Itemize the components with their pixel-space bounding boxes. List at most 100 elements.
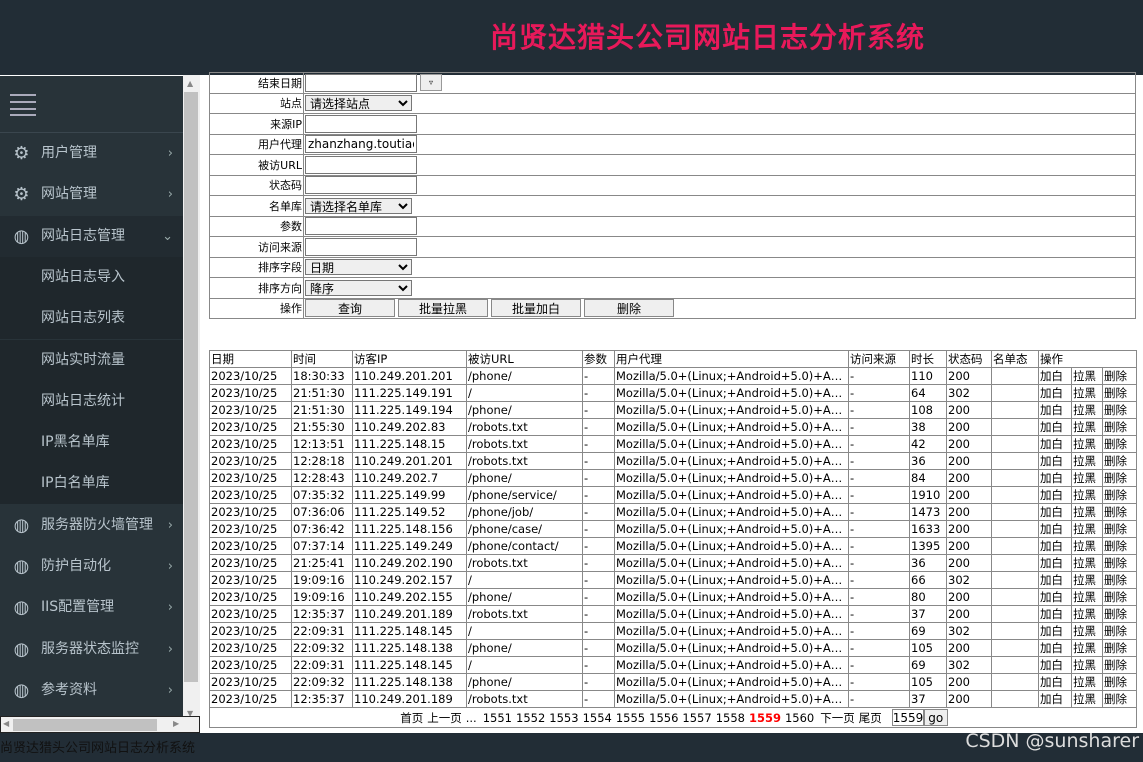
sort-direction-select[interactable]: 降序 <box>305 279 412 296</box>
whitelist-link[interactable]: 加白 <box>1038 554 1072 572</box>
sidebar-item[interactable]: ◍ 网站日志管理 ⌄ <box>0 215 183 257</box>
end-date-input[interactable] <box>305 73 417 92</box>
sidebar-item[interactable]: 网站日志列表 <box>0 298 183 340</box>
page-link[interactable]: 1559 <box>749 711 781 725</box>
whitelist-link[interactable]: 加白 <box>1038 469 1072 487</box>
sidebar-item[interactable]: IP黑名单库 <box>0 422 183 464</box>
page-number-input[interactable] <box>891 709 924 726</box>
whitelist-link[interactable]: 加白 <box>1038 537 1072 555</box>
blacklist-link[interactable]: 拉黑 <box>1071 571 1103 589</box>
whitelist-link[interactable]: 加白 <box>1038 605 1072 623</box>
delete-link[interactable]: 删除 <box>1101 656 1138 674</box>
blacklist-link[interactable]: 拉黑 <box>1071 554 1103 572</box>
page-link[interactable]: 1551 <box>483 711 512 725</box>
last-page-link[interactable]: 尾页 <box>859 711 882 725</box>
blacklist-link[interactable]: 拉黑 <box>1071 537 1103 555</box>
blacklist-link[interactable]: 拉黑 <box>1071 469 1103 487</box>
delete-link[interactable]: 删除 <box>1101 384 1138 402</box>
blacklist-link[interactable]: 拉黑 <box>1071 401 1103 419</box>
sidebar-item[interactable]: IP白名单库 <box>0 463 183 505</box>
delete-link[interactable]: 删除 <box>1101 571 1138 589</box>
blacklist-link[interactable]: 拉黑 <box>1071 605 1103 623</box>
params-input[interactable] <box>305 217 417 236</box>
blacklist-link[interactable]: 拉黑 <box>1071 452 1103 470</box>
whitelist-link[interactable]: 加白 <box>1038 418 1072 436</box>
menu-toggle-icon[interactable] <box>10 92 38 116</box>
sidebar-item[interactable]: ◍ 防护自动化 › <box>0 546 183 587</box>
whitelist-link[interactable]: 加白 <box>1038 367 1072 385</box>
vertical-scrollbar[interactable]: ▲ ▼ <box>183 75 200 718</box>
sidebar-item[interactable]: ◍ 服务器状态监控 › <box>0 629 183 670</box>
sidebar-item[interactable]: 网站实时流量 <box>0 339 183 381</box>
page-link[interactable]: 1554 <box>583 711 612 725</box>
delete-link[interactable]: 删除 <box>1101 673 1138 691</box>
list-select[interactable]: 请选择名单库 <box>305 197 412 214</box>
horizontal-scrollbar[interactable]: ◀ ▶ <box>0 716 200 733</box>
blacklist-link[interactable]: 拉黑 <box>1071 588 1103 606</box>
whitelist-link[interactable]: 加白 <box>1038 690 1072 708</box>
delete-link[interactable]: 删除 <box>1101 690 1138 708</box>
whitelist-link[interactable]: 加白 <box>1038 486 1072 504</box>
blacklist-link[interactable]: 拉黑 <box>1071 384 1103 402</box>
query-button[interactable]: 查询 <box>305 299 395 318</box>
blacklist-link[interactable]: 拉黑 <box>1071 622 1103 640</box>
sidebar-item[interactable]: ⚙ 用户管理 › <box>0 133 183 174</box>
delete-link[interactable]: 删除 <box>1101 486 1138 504</box>
user-agent-input[interactable] <box>305 135 417 154</box>
whitelist-link[interactable]: 加白 <box>1038 588 1072 606</box>
blacklist-link[interactable]: 拉黑 <box>1071 486 1103 504</box>
page-link[interactable]: 1558 <box>716 711 745 725</box>
blacklist-link[interactable]: 拉黑 <box>1071 367 1103 385</box>
page-link[interactable]: 1553 <box>549 711 578 725</box>
sidebar-item[interactable]: 网站日志统计 <box>0 380 183 422</box>
delete-link[interactable]: 删除 <box>1101 452 1138 470</box>
source-ip-input[interactable] <box>305 114 417 133</box>
next-page-link[interactable]: 下一页 <box>820 711 855 725</box>
sidebar-item[interactable]: ⚙ 网站管理 › <box>0 174 183 215</box>
whitelist-link[interactable]: 加白 <box>1038 639 1072 657</box>
delete-button[interactable]: 删除 <box>584 299 674 318</box>
whitelist-link[interactable]: 加白 <box>1038 622 1072 640</box>
blacklist-link[interactable]: 拉黑 <box>1071 673 1103 691</box>
go-button[interactable]: go <box>923 709 948 726</box>
page-link[interactable]: 1560 <box>785 711 814 725</box>
blacklist-link[interactable]: 拉黑 <box>1071 520 1103 538</box>
delete-link[interactable]: 删除 <box>1101 367 1138 385</box>
whitelist-link[interactable]: 加白 <box>1038 435 1072 453</box>
whitelist-link[interactable]: 加白 <box>1038 656 1072 674</box>
page-link[interactable]: 1556 <box>649 711 678 725</box>
batch-blacklist-button[interactable]: 批量拉黑 <box>398 299 488 318</box>
site-select[interactable]: 请选择站点 <box>305 95 412 112</box>
batch-whitelist-button[interactable]: 批量加白 <box>491 299 581 318</box>
blacklist-link[interactable]: 拉黑 <box>1071 435 1103 453</box>
delete-link[interactable]: 删除 <box>1101 520 1138 538</box>
blacklist-link[interactable]: 拉黑 <box>1071 503 1103 521</box>
blacklist-link[interactable]: 拉黑 <box>1071 639 1103 657</box>
sort-field-select[interactable]: 日期 <box>305 259 412 276</box>
url-input[interactable] <box>305 155 417 174</box>
whitelist-link[interactable]: 加白 <box>1038 673 1072 691</box>
page-link[interactable]: 1557 <box>682 711 711 725</box>
delete-link[interactable]: 删除 <box>1101 622 1138 640</box>
sidebar-item[interactable]: ◍ 服务器防火墙管理 › <box>0 505 183 546</box>
delete-link[interactable]: 删除 <box>1101 503 1138 521</box>
whitelist-link[interactable]: 加白 <box>1038 571 1072 589</box>
prev-page-link[interactable]: 上一页 <box>427 711 462 725</box>
blacklist-link[interactable]: 拉黑 <box>1071 690 1103 708</box>
blacklist-link[interactable]: 拉黑 <box>1071 418 1103 436</box>
sidebar-item[interactable]: ◍ 参考资料 › <box>0 670 183 711</box>
delete-link[interactable]: 删除 <box>1101 435 1138 453</box>
delete-link[interactable]: 删除 <box>1101 554 1138 572</box>
first-page-link[interactable]: 首页 <box>400 711 423 725</box>
delete-link[interactable]: 删除 <box>1101 418 1138 436</box>
page-link[interactable]: 1555 <box>616 711 645 725</box>
delete-link[interactable]: 删除 <box>1101 401 1138 419</box>
whitelist-link[interactable]: 加白 <box>1038 401 1072 419</box>
whitelist-link[interactable]: 加白 <box>1038 452 1072 470</box>
delete-link[interactable]: 删除 <box>1101 639 1138 657</box>
blacklist-link[interactable]: 拉黑 <box>1071 656 1103 674</box>
referer-input[interactable] <box>305 237 417 256</box>
whitelist-link[interactable]: 加白 <box>1038 384 1072 402</box>
delete-link[interactable]: 删除 <box>1101 605 1138 623</box>
delete-link[interactable]: 删除 <box>1101 588 1138 606</box>
